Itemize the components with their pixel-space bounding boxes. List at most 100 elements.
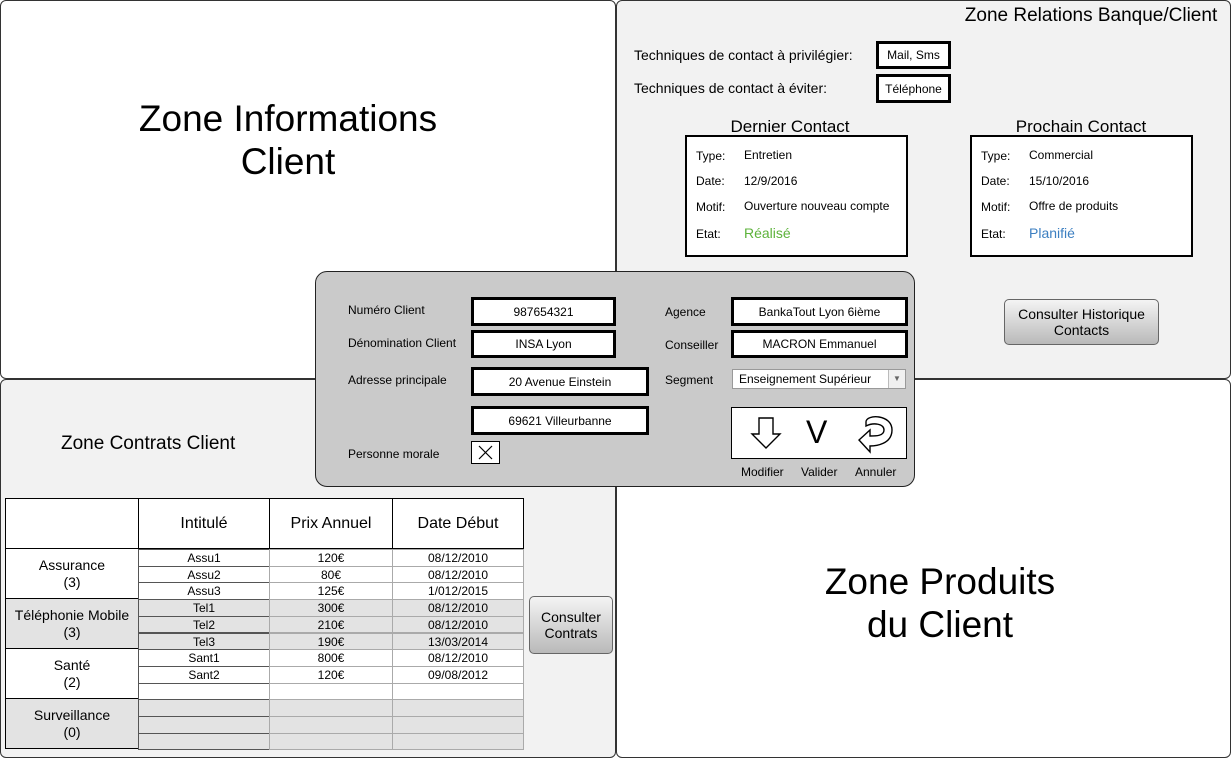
table-cell-intitule [138,716,270,734]
category-name: Santé [53,656,91,673]
category-count: (0) [63,723,81,740]
last-contact-date: 12/9/2016 [744,174,798,188]
adresse-label: Adresse principale [348,373,447,387]
zone-products-title-line1: Zone Produits [824,561,1056,602]
undo-arrow-icon[interactable] [856,412,896,456]
checkbox-x-icon [478,445,493,460]
segment-select[interactable]: Enseignement Supérieur ▼ [732,369,906,389]
category-sante[interactable]: Santé (2) [5,648,139,699]
numero-client-field[interactable]: 987654321 [471,297,616,326]
last-contact-title: Dernier Contact [730,117,850,136]
category-assurance[interactable]: Assurance (3) [5,548,139,599]
category-name: Surveillance [33,706,111,723]
table-cell-prix: 210€ [269,615,393,634]
avoid-contact-field[interactable]: Téléphone [876,74,951,103]
last-contact-type-label: Type: [696,149,726,163]
zone-produits-title: Zone Produits du Client [617,560,1231,646]
table-cell-date: 13/03/2014 [392,632,524,651]
zone-informations-title: Zone Informations Client [1,97,575,183]
table-cell-intitule: Assu3 [138,582,270,601]
category-count: (2) [63,673,81,690]
consult-contracts-line2: Contrats [544,625,598,641]
personne-morale-label: Personne morale [348,447,440,461]
preferred-contact-field[interactable]: Mail, Sms [876,41,951,69]
last-contact-etat-label: Etat: [696,227,721,241]
consult-history-line2: Contacts [1053,322,1110,338]
next-contact-motif-label: Motif: [981,200,1011,214]
category-count: (3) [63,573,81,590]
next-contact-motif: Offre de produits [1029,199,1119,213]
agence-field[interactable]: BankaTout Lyon 6ième [731,297,908,326]
numero-client-label: Numéro Client [348,303,425,317]
table-cell-date: 08/12/2010 [392,549,524,567]
category-surveillance[interactable]: Surveillance (0) [5,698,139,749]
category-count: (3) [63,623,81,640]
table-cell-prix [269,682,393,701]
zone-info-title-line2: Client [240,141,336,182]
contracts-table: Intitulé Prix Annuel Date Début Assuranc… [5,498,524,751]
consult-contracts-button[interactable]: Consulter Contrats [529,596,613,654]
table-header-intitule: Intitulé [138,498,270,549]
last-contact-motif-label: Motif: [696,200,726,214]
next-contact-etat-label: Etat: [981,227,1006,241]
table-cell-prix: 120€ [269,665,393,684]
table-cell-prix [269,732,393,751]
conseiller-field[interactable]: MACRON Emmanuel [731,330,908,358]
consult-history-line1: Consulter Historique [1018,306,1145,322]
action-toolbar: V [731,407,907,459]
category-name: Assurance [38,556,106,573]
last-contact-etat: Réalisé [744,225,791,241]
next-contact-type: Commercial [1029,148,1094,162]
adresse-line1-field[interactable]: 20 Avenue Einstein [471,367,649,396]
denomination-client-label: Dénomination Client [348,336,457,350]
table-header-date: Date Début [392,498,524,549]
next-contact-type-label: Type: [981,149,1011,163]
table-cell-intitule [138,732,270,751]
table-cell-prix [269,699,393,717]
conseiller-label: Conseiller [665,338,719,352]
table-cell-prix: 120€ [269,549,393,567]
adresse-line2-field[interactable]: 69621 Villeurbanne [471,406,649,435]
table-cell-date: 08/12/2010 [392,649,524,667]
table-cell-intitule: Sant2 [138,665,270,684]
table-cell-date [392,682,524,701]
client-panel: Numéro Client 987654321 Dénomination Cli… [315,271,915,487]
table-cell-date: 1/012/2015 [392,582,524,601]
table-cell-date: 08/12/2010 [392,599,524,617]
last-contact-motif: Ouverture nouveau compte [744,199,890,213]
table-cell-date: 08/12/2010 [392,615,524,634]
next-contact-date: 15/10/2016 [1029,174,1090,188]
zone-products-title-line2: du Client [866,604,1014,645]
valider-icon[interactable]: V [806,414,827,451]
table-cell-date [392,699,524,717]
last-contact-card: Type: Entretien Date: 12/9/2016 Motif: O… [685,135,908,257]
zone-info-title-line1: Zone Informations [138,98,438,139]
table-cell-prix: 190€ [269,632,393,651]
table-cell-intitule: Assu2 [138,565,270,584]
annuler-button[interactable]: Annuler [855,465,896,479]
valider-button[interactable]: Valider [801,465,837,479]
last-contact-date-label: Date: [696,174,725,188]
table-cell-prix: 800€ [269,649,393,667]
personne-morale-checkbox[interactable] [471,441,500,464]
last-contact-type: Entretien [744,148,793,162]
chevron-down-icon: ▼ [888,370,905,388]
table-cell-date: 08/12/2010 [392,565,524,584]
modifier-button[interactable]: Modifier [741,465,784,479]
table-cell-date [392,716,524,734]
segment-label: Segment [665,373,714,387]
category-telephonie[interactable]: Téléphonie Mobile (3) [5,598,139,649]
table-cell-intitule: Sant1 [138,649,270,667]
zone-contrats-title: Zone Contrats Client [61,433,236,454]
table-cell-intitule: Tel1 [138,599,270,617]
table-cell-prix: 300€ [269,599,393,617]
denomination-client-field[interactable]: INSA Lyon [471,330,616,358]
consult-history-button[interactable]: Consulter Historique Contacts [1004,299,1159,345]
table-cell-intitule: Assu1 [138,549,270,567]
table-cell-intitule [138,699,270,717]
agence-label: Agence [665,305,706,319]
arrow-down-icon[interactable] [750,416,782,450]
table-header-prix: Prix Annuel [269,498,393,549]
table-cell-intitule [138,682,270,701]
zone-relations-title: Zone Relations Banque/Client [964,5,1218,26]
